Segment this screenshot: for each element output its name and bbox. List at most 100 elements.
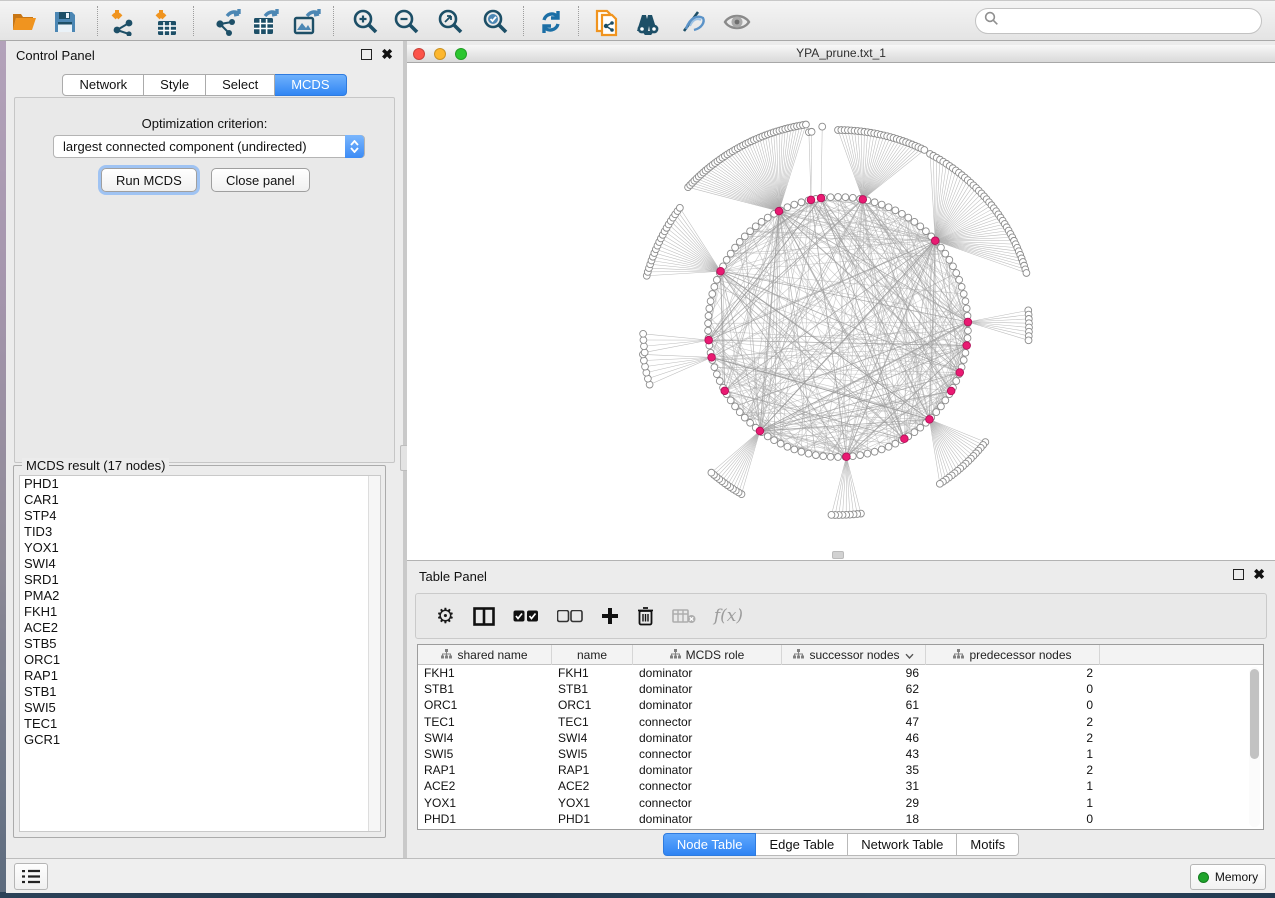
graph-node[interactable] xyxy=(777,440,784,447)
graph-node[interactable] xyxy=(942,250,949,257)
graph-node[interactable] xyxy=(747,228,754,235)
graph-node[interactable] xyxy=(923,228,930,235)
graph-node[interactable] xyxy=(706,305,713,312)
mcds-list-scrollbar[interactable] xyxy=(368,476,380,831)
float-panel-icon[interactable] xyxy=(361,49,372,60)
graph-node[interactable] xyxy=(964,335,971,342)
graph-hub-node[interactable] xyxy=(843,453,851,461)
graph-hub-node[interactable] xyxy=(708,354,716,362)
window-close-icon[interactable] xyxy=(413,48,425,60)
graph-node[interactable] xyxy=(938,403,945,410)
tab-node-table[interactable]: Node Table xyxy=(663,833,757,856)
table-scrollbar[interactable] xyxy=(1249,667,1260,827)
graph-node[interactable] xyxy=(960,291,967,298)
graph-node[interactable] xyxy=(716,378,723,385)
mcds-result-item[interactable]: YOX1 xyxy=(20,540,380,556)
show-columns-icon[interactable] xyxy=(473,602,495,630)
graph-leaf-node[interactable] xyxy=(676,204,683,211)
graph-node[interactable] xyxy=(709,291,716,298)
graph-node[interactable] xyxy=(764,433,771,440)
export-image-icon[interactable] xyxy=(291,6,323,38)
dropdown-stepper-icon[interactable] xyxy=(345,135,364,158)
graph-hub-node[interactable] xyxy=(775,207,783,215)
graph-node[interactable] xyxy=(878,201,885,208)
graph-node[interactable] xyxy=(798,448,805,455)
graph-node[interactable] xyxy=(820,453,827,460)
column-header-successor-nodes[interactable]: successor nodes xyxy=(782,645,926,665)
tab-network[interactable]: Network xyxy=(62,74,144,96)
graph-node[interactable] xyxy=(758,218,765,225)
table-row[interactable]: TEC1TEC1connector472 xyxy=(418,714,1263,730)
zoom-out-icon[interactable] xyxy=(390,6,422,38)
search-network-icon[interactable] xyxy=(634,6,666,38)
sort-desc-icon[interactable] xyxy=(905,648,914,662)
graph-node[interactable] xyxy=(842,194,849,201)
table-settings-gear-icon[interactable]: ⚙ xyxy=(436,602,455,630)
graph-hub-node[interactable] xyxy=(807,196,815,204)
graph-node[interactable] xyxy=(962,349,969,356)
table-row[interactable]: ORC1ORC1dominator610 xyxy=(418,697,1263,713)
graph-node[interactable] xyxy=(791,201,798,208)
graph-hub-node[interactable] xyxy=(963,342,971,350)
tab-select[interactable]: Select xyxy=(206,74,275,96)
graph-leaf-node[interactable] xyxy=(936,480,943,487)
close-panel-icon[interactable]: ✖ xyxy=(381,49,393,60)
graph-node[interactable] xyxy=(892,440,899,447)
graph-node[interactable] xyxy=(953,378,960,385)
graph-node[interactable] xyxy=(764,214,771,221)
graph-node[interactable] xyxy=(705,320,712,327)
graph-node[interactable] xyxy=(849,194,856,201)
graph-node[interactable] xyxy=(960,357,967,364)
graph-hub-node[interactable] xyxy=(817,194,825,202)
mcds-result-item[interactable]: TEC1 xyxy=(20,716,380,732)
column-header-name[interactable]: name xyxy=(552,645,633,665)
graph-node[interactable] xyxy=(736,238,743,245)
network-window-titlebar[interactable]: YPA_prune.txt_1 xyxy=(407,45,1275,63)
graph-node[interactable] xyxy=(784,443,791,450)
graph-hub-node[interactable] xyxy=(926,416,934,424)
graph-node[interactable] xyxy=(933,409,940,416)
export-network-icon[interactable] xyxy=(212,6,244,38)
graph-node[interactable] xyxy=(835,194,842,201)
graph-leaf-node[interactable] xyxy=(819,123,826,130)
graph-node[interactable] xyxy=(885,443,892,450)
graph-leaf-node[interactable] xyxy=(828,511,835,518)
table-row[interactable]: STB1STB1dominator620 xyxy=(418,681,1263,697)
mcds-result-item[interactable]: FKH1 xyxy=(20,604,380,620)
search-box[interactable] xyxy=(975,8,1262,34)
graph-leaf-node[interactable] xyxy=(640,357,647,364)
graph-leaf-node[interactable] xyxy=(641,349,648,356)
graph-node[interactable] xyxy=(965,327,972,334)
mcds-result-item[interactable]: SWI5 xyxy=(20,700,380,716)
mcds-result-item[interactable]: RAP1 xyxy=(20,668,380,684)
table-row[interactable]: YOX1YOX1connector291 xyxy=(418,795,1263,811)
graph-hub-node[interactable] xyxy=(756,427,764,435)
graph-leaf-node[interactable] xyxy=(641,343,648,350)
graph-node[interactable] xyxy=(736,409,743,416)
table-row[interactable]: FKH1FKH1dominator962 xyxy=(418,665,1263,681)
zoom-in-icon[interactable] xyxy=(349,6,381,38)
task-history-button[interactable] xyxy=(14,863,48,890)
mcds-result-item[interactable]: STB5 xyxy=(20,636,380,652)
graph-leaf-node[interactable] xyxy=(808,128,815,135)
mcds-result-item[interactable]: STP4 xyxy=(20,508,380,524)
graph-node[interactable] xyxy=(956,276,963,283)
import-table-icon[interactable] xyxy=(150,6,182,38)
zoom-fit-icon[interactable] xyxy=(434,6,466,38)
graph-leaf-node[interactable] xyxy=(708,469,715,476)
graph-node[interactable] xyxy=(812,452,819,459)
zoom-selected-icon[interactable] xyxy=(479,6,511,38)
mcds-result-item[interactable]: ACE2 xyxy=(20,620,380,636)
graph-node[interactable] xyxy=(827,194,834,201)
graph-hub-node[interactable] xyxy=(721,387,729,395)
graph-node[interactable] xyxy=(784,204,791,211)
graph-leaf-node[interactable] xyxy=(640,330,647,337)
select-all-columns-icon[interactable] xyxy=(513,602,539,630)
close-panel-icon[interactable]: ✖ xyxy=(1253,569,1265,580)
graph-node[interactable] xyxy=(864,450,871,457)
tab-mcds[interactable]: MCDS xyxy=(275,74,346,96)
graph-node[interactable] xyxy=(827,453,834,460)
column-header-MCDS-role[interactable]: MCDS role xyxy=(633,645,782,665)
graph-node[interactable] xyxy=(791,446,798,453)
import-network-icon[interactable] xyxy=(107,6,139,38)
